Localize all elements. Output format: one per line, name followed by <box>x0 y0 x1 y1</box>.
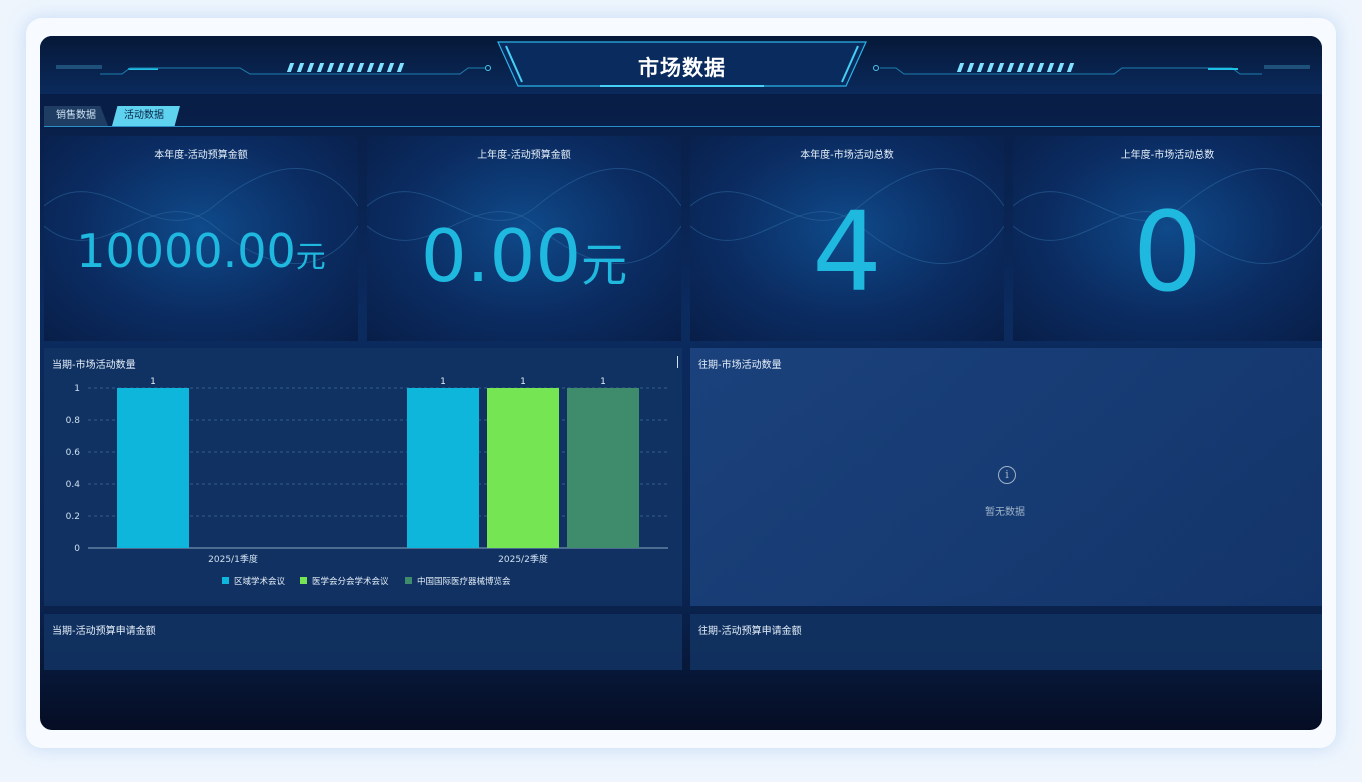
bar <box>567 388 639 548</box>
card-value: 0 <box>1013 188 1322 316</box>
card-value-unit: 元 <box>295 240 326 275</box>
legend-label: 中国国际医疗器械博览会 <box>417 576 511 587</box>
x-tick-label: 2025/2季度 <box>498 553 548 565</box>
x-tick-label: 2025/1季度 <box>208 553 258 565</box>
bar-data-label: 1 <box>440 377 446 387</box>
card-value: 0.00元 <box>367 214 681 298</box>
card-title: 上年度-活动预算金额 <box>477 150 571 161</box>
panel-current-budget-amount: 当期-活动预算申请金额 <box>44 614 682 670</box>
y-tick-label: 0.8 <box>66 416 81 426</box>
card-value: 10000.00元 <box>44 224 358 278</box>
legend-label: 区域学术会议 <box>234 576 286 587</box>
card-value-number: 0 <box>1132 188 1203 316</box>
legend-swatch <box>405 577 412 584</box>
title-frame: 市场数据 <box>502 42 862 88</box>
card-value: 4 <box>690 188 1004 316</box>
page-title: 市场数据 <box>638 56 726 80</box>
card-value-number: 0.00 <box>420 214 582 298</box>
y-tick-label: 0.4 <box>66 480 81 490</box>
card-title: 上年度-市场活动总数 <box>1120 150 1215 161</box>
y-tick-label: 0 <box>74 544 80 554</box>
bar-data-label: 1 <box>520 377 526 387</box>
panel-current-activity-count: 当期-市场活动数量 0 0.2 0.4 0.6 0.8 1 1 2025/1季度 1 1 1 2025… <box>44 348 682 606</box>
bar <box>487 388 559 548</box>
tab-sales-data[interactable]: 销售数据 <box>44 106 108 126</box>
stat-card-previous-activity-count: 上年度-市场活动总数 0 <box>1013 136 1322 341</box>
y-tick-label: 0.2 <box>66 512 80 522</box>
y-tick-label: 0.6 <box>66 448 81 458</box>
legend-label: 医学会分会学术会议 <box>312 576 389 587</box>
panel-past-budget-amount: 往期-活动预算申请金额 <box>690 614 1322 670</box>
card-value-number: 4 <box>812 188 882 316</box>
bar-data-label: 1 <box>150 377 156 387</box>
dashboard-screen: 市场数据 销售数据 活动数据 本年度-活动预算金额 10000.00元 上年度-… <box>40 36 1322 730</box>
panel-title: 往期-活动预算申请金额 <box>698 626 802 637</box>
panel-title: 当期-活动预算申请金额 <box>52 626 156 637</box>
legend-swatch <box>222 577 229 584</box>
card-title: 本年度-活动预算金额 <box>154 150 248 161</box>
bar <box>407 388 479 548</box>
card-value-number: 10000.00 <box>76 224 296 278</box>
stat-card-current-budget: 本年度-活动预算金额 10000.00元 <box>44 136 358 341</box>
tab-bar: 销售数据 活动数据 <box>44 106 1320 127</box>
legend-swatch <box>300 577 307 584</box>
dashboard-header: 市场数据 <box>40 36 1322 94</box>
bar-chart: 0 0.2 0.4 0.6 0.8 1 1 2025/1季度 1 1 1 2025/2季度区域学术会议… <box>66 377 668 587</box>
tab-underline <box>44 126 1320 127</box>
y-tick-label: 1 <box>74 384 80 394</box>
info-icon: i <box>998 466 1016 484</box>
stat-card-current-activity-count: 本年度-市场活动总数 4 <box>690 136 1004 341</box>
card-title: 本年度-市场活动总数 <box>800 150 894 161</box>
panel-title: 往期-市场活动数量 <box>698 360 782 371</box>
bar-data-label: 1 <box>600 377 606 387</box>
tab-activity-data[interactable]: 活动数据 <box>112 106 180 126</box>
card-value-unit: 元 <box>581 238 628 292</box>
stat-card-previous-budget: 上年度-活动预算金额 0.00元 <box>367 136 681 341</box>
empty-state-text: 暂无数据 <box>985 507 1025 518</box>
bar <box>117 388 189 548</box>
